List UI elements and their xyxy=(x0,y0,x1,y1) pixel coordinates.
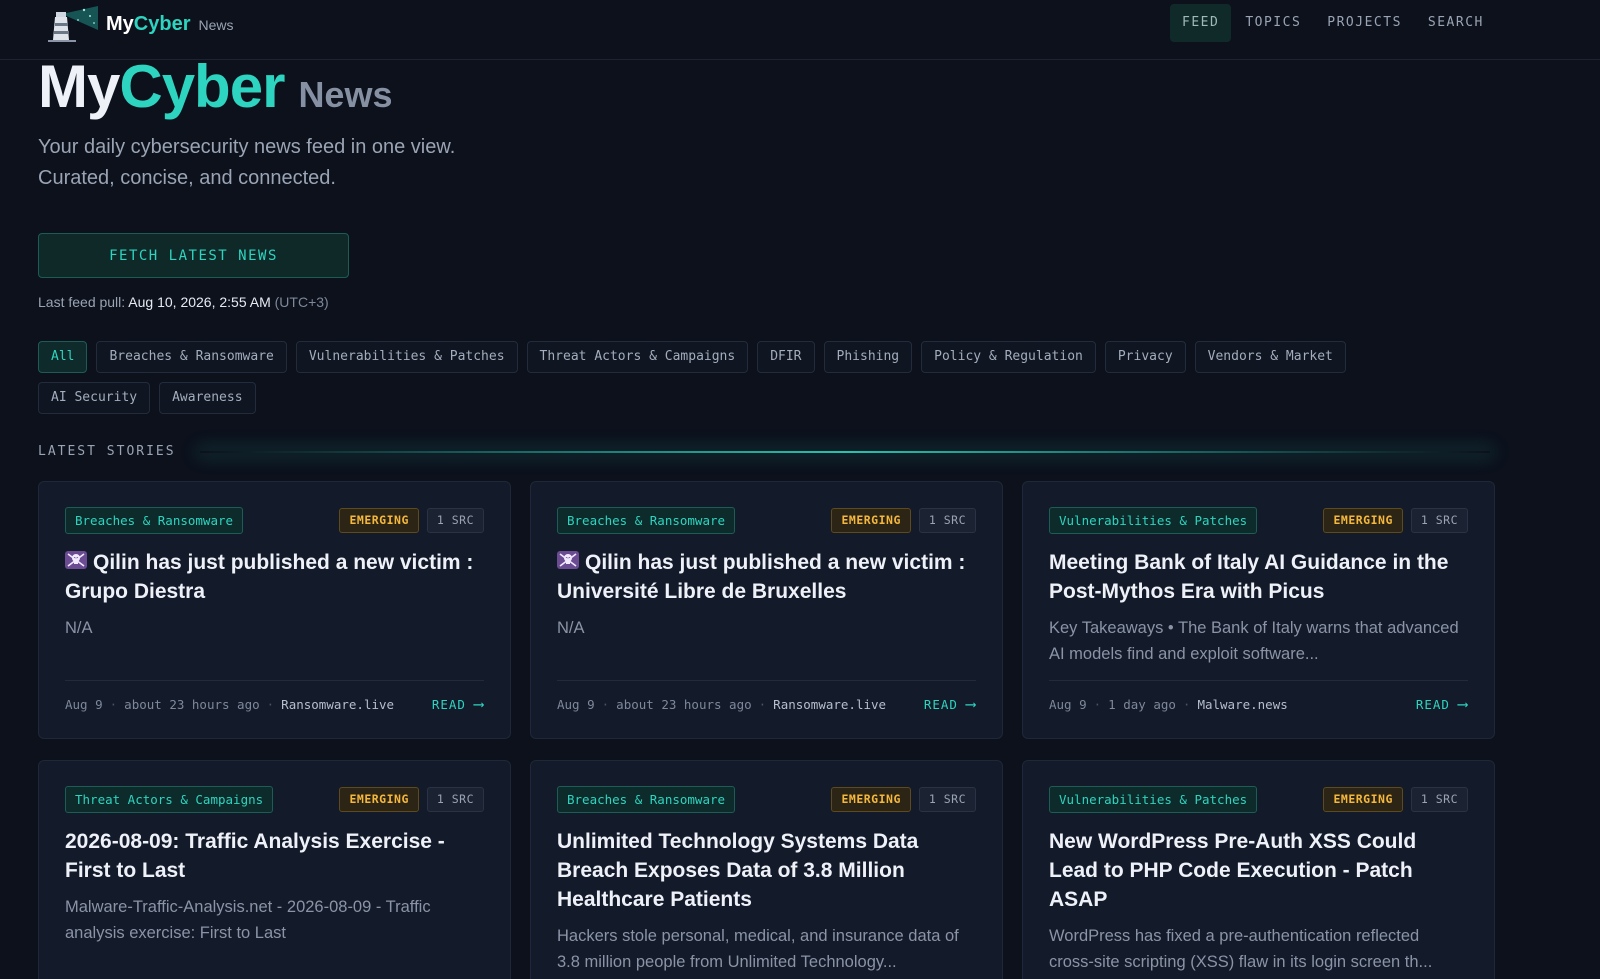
story-card[interactable]: Breaches & Ransomware EMERGING 1 SRC Qil… xyxy=(530,481,1003,739)
brand-logo-link[interactable]: My Cyber News xyxy=(40,4,234,44)
story-description: WordPress has fixed a pre-authentication… xyxy=(1049,927,1433,971)
brand-name-cyber: Cyber xyxy=(133,12,191,35)
read-label: READ xyxy=(1415,696,1450,712)
nav-projects[interactable]: PROJECTS xyxy=(1315,4,1414,42)
story-date: Aug 9 xyxy=(1049,696,1087,712)
source-count-badge: 1 SRC xyxy=(1410,787,1468,812)
category-tag[interactable]: Vulnerabilities & Patches xyxy=(1049,507,1258,534)
nav-topics[interactable]: TOPICS xyxy=(1233,4,1313,42)
story-source: Malware.news xyxy=(1197,696,1288,712)
story-title-text: Qilin has just published a new victim : … xyxy=(557,551,966,603)
nav-search[interactable]: SEARCH xyxy=(1416,4,1496,42)
lighthouse-logo-icon xyxy=(48,6,98,42)
hero-subtitle-line-1: Your daily cybersecurity news feed in on… xyxy=(38,136,456,158)
hero-title-news: News xyxy=(298,74,393,115)
hero-title-cyber: Cyber xyxy=(119,53,285,120)
brand-name-my: My xyxy=(106,12,134,35)
story-title[interactable]: Unlimited Technology Systems Data Breach… xyxy=(557,827,976,914)
story-card[interactable]: Vulnerabilities & Patches EMERGING 1 SRC… xyxy=(1022,481,1495,739)
source-count-badge: 1 SRC xyxy=(918,508,976,533)
filter-chip-all[interactable]: All xyxy=(38,341,88,373)
story-source: Ransomware.live xyxy=(773,696,887,712)
top-bar: My Cyber News FEED TOPICS PROJECTS SEARCH xyxy=(0,0,1600,60)
story-grid: Breaches & Ransomware EMERGING 1 SRC Qil… xyxy=(38,481,1496,979)
section-divider xyxy=(200,451,1490,453)
story-date: Aug 9 xyxy=(557,696,595,712)
category-tag[interactable]: Breaches & Ransomware xyxy=(557,507,736,534)
category-tag[interactable]: Vulnerabilities & Patches xyxy=(1049,786,1258,813)
skull-crossbones-icon xyxy=(557,548,579,577)
story-card[interactable]: Breaches & Ransomware EMERGING 1 SRC Qil… xyxy=(38,481,511,739)
filter-chip-policy[interactable]: Policy & Regulation xyxy=(921,341,1096,373)
read-label: READ xyxy=(431,696,466,712)
last-pull-timezone: (UTC+3) xyxy=(274,294,329,310)
story-title[interactable]: Meeting Bank of Italy AI Guidance in the… xyxy=(1049,548,1468,606)
story-meta: Aug 9 · about 23 hours ago · Ransomware.… xyxy=(65,680,484,713)
filter-chip-privacy[interactable]: Privacy xyxy=(1104,341,1186,373)
section-heading: LATEST STORIES xyxy=(38,444,176,459)
story-date: Aug 9 xyxy=(65,696,103,712)
story-title[interactable]: New WordPress Pre-Auth XSS Could Lead to… xyxy=(1049,827,1468,914)
story-description: Hackers stole personal, medical, and ins… xyxy=(557,927,959,971)
story-source: Ransomware.live xyxy=(281,696,395,712)
story-title-text: Qilin has just published a new victim : … xyxy=(65,551,474,603)
story-title[interactable]: 2026-08-09: Traffic Analysis Exercise - … xyxy=(65,827,484,885)
filter-chip-phishing[interactable]: Phishing xyxy=(823,341,913,373)
read-label: READ xyxy=(923,696,958,712)
story-description: Malware-Traffic-Analysis.net - 2026-08-0… xyxy=(65,898,431,942)
emerging-badge: EMERGING xyxy=(339,508,419,533)
story-meta: Aug 9 · about 23 hours ago · Ransomware.… xyxy=(557,680,976,713)
source-count-badge: 1 SRC xyxy=(918,787,976,812)
story-card[interactable]: Breaches & Ransomware EMERGING 1 SRC Unl… xyxy=(530,760,1003,979)
skull-crossbones-icon xyxy=(65,548,87,577)
story-age: about 23 hours ago xyxy=(616,696,752,712)
category-filters: All Breaches & Ransomware Vulnerabilitie… xyxy=(38,341,1458,423)
filter-chip-dfir[interactable]: DFIR xyxy=(757,341,815,373)
story-meta: Aug 9 · 1 day ago · Malware.news READ ⟶ xyxy=(1049,680,1468,713)
story-card[interactable]: Vulnerabilities & Patches EMERGING 1 SRC… xyxy=(1022,760,1495,979)
emerging-badge: EMERGING xyxy=(831,787,911,812)
filter-chip-vulnerabilities[interactable]: Vulnerabilities & Patches xyxy=(295,341,518,373)
category-tag[interactable]: Threat Actors & Campaigns xyxy=(65,786,274,813)
hero-subtitle: Your daily cybersecurity news feed in on… xyxy=(38,132,638,194)
emerging-badge: EMERGING xyxy=(1323,508,1403,533)
arrow-right-icon: ⟶ xyxy=(1457,695,1468,713)
hero-title-my: My xyxy=(38,53,120,120)
story-card[interactable]: Threat Actors & Campaigns EMERGING 1 SRC… xyxy=(38,760,511,979)
source-count-badge: 1 SRC xyxy=(1410,508,1468,533)
emerging-badge: EMERGING xyxy=(1323,787,1403,812)
arrow-right-icon: ⟶ xyxy=(473,695,484,713)
story-age: 1 day ago xyxy=(1108,696,1176,712)
last-pull-label: Last feed pull: xyxy=(38,294,126,310)
story-description: N/A xyxy=(557,619,585,637)
category-tag[interactable]: Breaches & Ransomware xyxy=(557,786,736,813)
page-title: My Cyber News xyxy=(38,52,392,121)
read-link[interactable]: READ ⟶ xyxy=(1416,695,1468,713)
emerging-badge: EMERGING xyxy=(831,508,911,533)
source-count-badge: 1 SRC xyxy=(426,508,484,533)
read-link[interactable]: READ ⟶ xyxy=(432,695,484,713)
filter-chip-threat-actors[interactable]: Threat Actors & Campaigns xyxy=(526,341,749,373)
story-description: N/A xyxy=(65,619,93,637)
main-nav: FEED TOPICS PROJECTS SEARCH xyxy=(1170,4,1498,42)
last-pull-value: Aug 10, 2026, 2:55 AM xyxy=(128,294,271,310)
story-title[interactable]: Qilin has just published a new victim : … xyxy=(65,548,484,606)
arrow-right-icon: ⟶ xyxy=(965,695,976,713)
category-tag[interactable]: Breaches & Ransomware xyxy=(65,507,244,534)
read-link[interactable]: READ ⟶ xyxy=(924,695,976,713)
story-description: Key Takeaways • The Bank of Italy warns … xyxy=(1049,619,1459,663)
source-count-badge: 1 SRC xyxy=(426,787,484,812)
hero-subtitle-line-2: Curated, concise, and connected. xyxy=(38,167,336,189)
nav-feed[interactable]: FEED xyxy=(1170,4,1232,42)
story-age: about 23 hours ago xyxy=(124,696,260,712)
filter-chip-vendors[interactable]: Vendors & Market xyxy=(1194,341,1346,373)
story-title[interactable]: Qilin has just published a new victim : … xyxy=(557,548,976,606)
brand-name-news: News xyxy=(198,16,234,33)
emerging-badge: EMERGING xyxy=(339,787,419,812)
last-feed-pull: Last feed pull: Aug 10, 2026, 2:55 AM (U… xyxy=(38,294,329,310)
filter-chip-ai-security[interactable]: AI Security xyxy=(38,382,151,414)
filter-chip-breaches[interactable]: Breaches & Ransomware xyxy=(96,341,287,373)
filter-chip-awareness[interactable]: Awareness xyxy=(159,382,256,414)
fetch-latest-news-button[interactable]: FETCH LATEST NEWS xyxy=(38,233,349,278)
